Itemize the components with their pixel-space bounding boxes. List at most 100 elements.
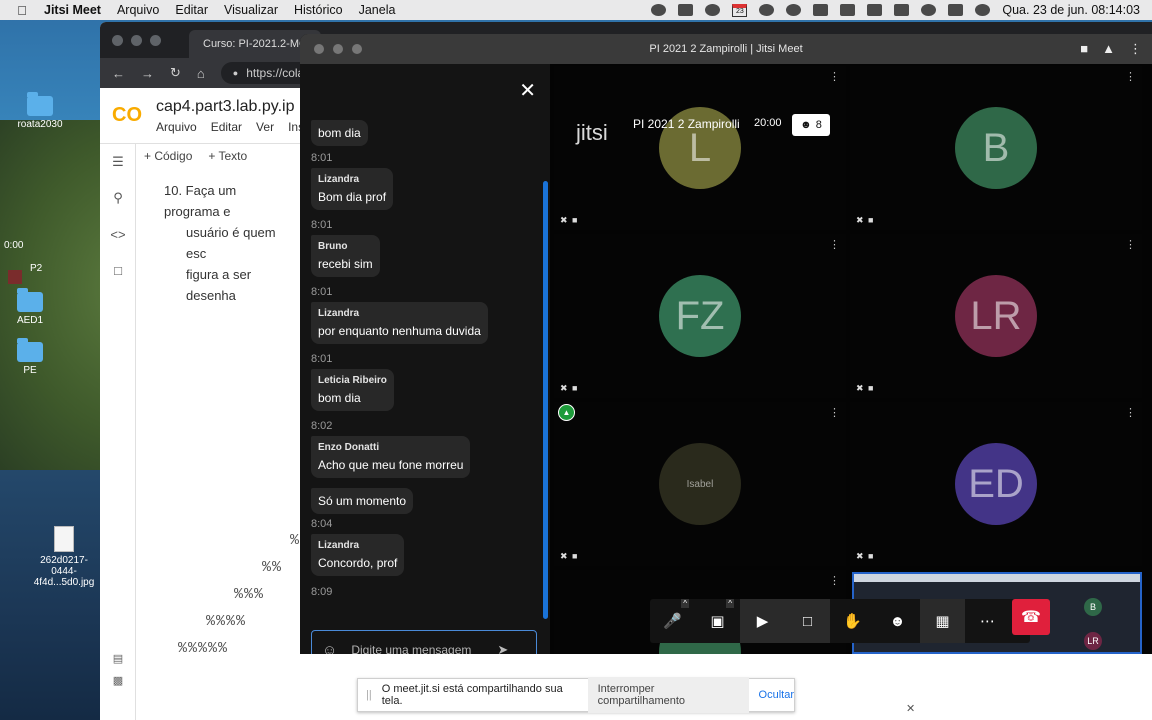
microphone-button[interactable]: 🎤 ^ [650,599,695,643]
tile-menu-icon[interactable]: ⋮ [1125,406,1136,419]
participants-button[interactable]: ☻ [875,599,920,643]
wifi-tray-icon[interactable] [894,4,910,16]
code-snippets-icon[interactable]: <> [100,216,136,252]
screen-share-button[interactable]: ▶ [740,599,785,643]
status-tray-icon[interactable] [705,4,721,16]
dropbox-tray-icon[interactable] [678,4,694,16]
participants-icon: ☻ [800,119,812,131]
stop-sharing-button[interactable]: Interromper compartilhamento [587,677,749,713]
hide-link[interactable]: Ocultar [759,689,794,701]
exercise-line: usuário é quem esc [186,225,276,261]
hangup-button[interactable]: ☎ [1012,599,1050,635]
tile-view-button[interactable]: ▦ [920,599,965,643]
participants-badge[interactable]: ☻ 8 [792,114,830,136]
desktop-folder-pe[interactable]: PE [0,338,60,376]
spotlight-search-icon[interactable] [921,4,937,16]
desktop-folder-aed1[interactable]: AED1 [0,288,60,326]
participant-tile[interactable]: LR ⋮ ✖ ■ [850,234,1142,398]
calendar-tray-icon[interactable]: 23 [732,3,748,17]
pattern-row: % [290,532,301,549]
message-text: bom dia [318,391,361,405]
bluetooth-tray-icon[interactable] [840,4,856,16]
tile-menu-icon[interactable]: ⋮ [829,574,840,587]
command-palette-icon[interactable]: ▤ [100,652,136,676]
message-sender: Bruno [318,241,348,252]
close-chat-icon[interactable]: ✕ [519,78,536,103]
mic-options-caret-icon[interactable]: ^ [681,599,689,608]
battery-tray-icon[interactable] [867,4,883,16]
desktop-stray-label: P2 [30,263,43,274]
files-icon[interactable]: □ [100,252,136,288]
menubar-item-arquivo[interactable]: Arquivo [109,3,167,17]
jitsi-titlebar: PI 2021 2 Zampirolli | Jitsi Meet ■ ▲ ⋮ [300,34,1152,64]
desktop-stray-time: 0:00 [4,240,24,251]
desktop-folder-roata2030[interactable]: roata2030 [10,92,70,130]
chat-message: bom dia [311,120,368,146]
menubar-datetime[interactable]: Qua. 23 de jun. 08:14:03 [1002,3,1140,17]
reload-icon[interactable]: ↻ [170,65,181,81]
cloud-upload-tray-icon[interactable] [759,4,775,16]
table-of-contents-icon[interactable]: ☰ [100,144,136,180]
participant-avatar: LR [955,275,1037,357]
participant-tile[interactable]: FZ ⋮ ✖ ■ [554,234,846,398]
chat-scrollbar[interactable] [543,181,548,619]
apple-menu-icon[interactable]:  [0,3,44,18]
desktop-red-icon[interactable] [8,270,22,284]
tile-menu-icon[interactable]: ⋮ [829,238,840,251]
participant-avatar: ED [955,443,1037,525]
notebook-title[interactable]: cap4.part3.lab.py.ip [156,98,315,116]
control-center-icon[interactable] [948,4,964,16]
muted-status-icons: ✖ ■ [560,551,579,561]
send-icon[interactable]: ➤ [497,642,508,654]
message-time: 8:09 [311,586,333,598]
siri-icon[interactable] [975,4,991,16]
colab-logo: CO [112,104,142,126]
menubar-item-historico[interactable]: Histórico [286,3,351,17]
participant-count: 8 [815,119,822,131]
gear-tray-icon[interactable] [651,4,667,16]
tile-menu-icon[interactable]: ⋮ [829,70,840,83]
back-icon[interactable]: ← [112,66,125,81]
participant-tile[interactable]: B ⋮ ✖ ■ [850,66,1142,230]
close-window-button[interactable] [112,34,123,46]
connection-signal-icon[interactable]: ▲ [558,404,575,421]
close-bar-icon[interactable]: ✕ [906,702,915,715]
volume-tray-icon[interactable] [813,4,829,16]
tile-menu-icon[interactable]: ⋮ [1125,70,1136,83]
pattern-row: %%% [234,586,265,603]
emoji-icon[interactable]: ☺ [322,642,337,655]
desktop-icon-label: 262d0217-0444-4f4d...5d0.jpg [33,555,95,588]
minimize-window-button[interactable] [131,34,142,46]
camera-options-caret-icon[interactable]: ^ [726,599,734,608]
time-machine-tray-icon[interactable] [786,4,802,16]
colab-menu-arquivo[interactable]: Arquivo [156,120,197,134]
chat-message-input[interactable] [351,643,484,654]
participant-tile[interactable]: Isabel ⋮ ✖ ■ [554,402,846,566]
terminal-icon[interactable]: ▩ [100,674,136,698]
more-actions-button[interactable]: ⋯ [965,599,1010,643]
search-icon[interactable]: ⚲ [100,180,136,216]
jitsi-window: PI 2021 2 Zampirolli | Jitsi Meet ■ ▲ ⋮ … [300,34,1152,654]
forward-icon[interactable]: → [141,66,154,81]
drag-handle-icon[interactable]: || [366,689,372,701]
chat-button[interactable]: □ [785,599,830,643]
colab-menu-editar[interactable]: Editar [211,120,242,134]
tile-menu-icon[interactable]: ⋮ [1125,238,1136,251]
desktop-file-jpg[interactable]: 262d0217-0444-4f4d...5d0.jpg [28,526,100,588]
menubar-item-janela[interactable]: Janela [351,3,404,17]
add-code-button[interactable]: + Código [144,149,192,163]
participant-tile[interactable]: L ⋮ ✖ ■ [554,66,846,230]
add-text-button[interactable]: + Texto [208,149,247,163]
tile-menu-icon[interactable]: ⋮ [829,406,840,419]
menubar-app-name[interactable]: Jitsi Meet [44,3,109,17]
raise-hand-button[interactable]: ✋ [830,599,875,643]
participant-tile[interactable]: ED ⋮ ✖ ■ [850,402,1142,566]
menubar-item-visualizar[interactable]: Visualizar [216,3,286,17]
chat-message: Enzo Donatti Acho que meu fone morreu [311,436,471,478]
zoom-window-button[interactable] [150,34,161,46]
camera-off-button[interactable]: ▣ ^ [695,599,740,643]
chat-message: Só um momento [311,488,414,514]
menubar-item-editar[interactable]: Editar [167,3,216,17]
home-icon[interactable]: ⌂ [197,66,205,81]
colab-menu-ver[interactable]: Ver [256,120,274,134]
